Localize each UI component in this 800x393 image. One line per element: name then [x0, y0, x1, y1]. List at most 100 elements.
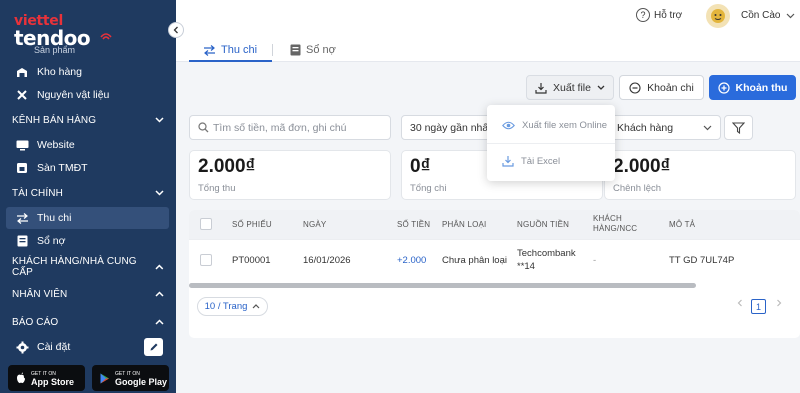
cell-source: Techcombank **14: [517, 248, 576, 272]
stat-amount: 2.000₫: [198, 156, 256, 177]
section-sales-channels[interactable]: KÊNH BÁN HÀNG: [0, 110, 176, 130]
store-name: Google Play: [115, 377, 168, 387]
stat-amount: 2.000₫: [613, 156, 671, 177]
cell-description: TT GD 7UL74P: [669, 255, 735, 266]
prev-page-button[interactable]: [737, 299, 743, 309]
book-icon: [290, 44, 301, 56]
row-checkbox[interactable]: [200, 254, 212, 266]
google-play-icon: [100, 373, 109, 383]
app-store-button[interactable]: GET IT ON App Store: [8, 365, 85, 391]
chevron-down-icon: [155, 117, 164, 123]
section-finance[interactable]: TÀI CHÍNH: [0, 183, 176, 203]
add-income-button[interactable]: Khoản thu: [709, 75, 796, 100]
next-page-button[interactable]: [776, 299, 782, 309]
warehouse-icon: [14, 67, 30, 78]
menu-divider: [487, 143, 615, 144]
row-divider: [189, 239, 800, 240]
help-link[interactable]: ? Hỗ trợ: [636, 8, 682, 22]
google-play-button[interactable]: GET IT ON Google Play: [92, 365, 169, 391]
section-staff[interactable]: NHÂN VIÊN: [0, 284, 176, 304]
column-header[interactable]: NGÀY: [303, 220, 326, 230]
tab-active-indicator: [189, 60, 272, 62]
sidebar-item-so-no[interactable]: Sổ nợ: [6, 230, 169, 252]
user-menu[interactable]: Cồn Cào: [741, 10, 795, 21]
cell-category: Chưa phân loại: [442, 255, 507, 266]
income-label: Khoản thu: [735, 81, 788, 94]
menu-item-export-online[interactable]: Xuất file xem Online: [487, 111, 615, 139]
search-icon: [198, 122, 209, 133]
column-header[interactable]: KHÁCH HÀNG/NCC: [593, 214, 643, 234]
add-expense-button[interactable]: Khoản chi: [619, 75, 704, 100]
export-button[interactable]: Xuất file: [526, 75, 614, 100]
chevron-down-icon: [155, 190, 164, 196]
avatar[interactable]: [706, 4, 730, 28]
user-name: Cồn Cào: [741, 10, 781, 21]
current-page[interactable]: 1: [751, 299, 766, 314]
menu-item-download-excel[interactable]: Tải Excel: [487, 147, 615, 175]
section-label: NHÂN VIÊN: [12, 288, 68, 300]
search-box: [189, 115, 391, 140]
column-header[interactable]: SỐ TIỀN: [397, 220, 430, 230]
filter-button[interactable]: [724, 115, 753, 140]
customer-select[interactable]: Khách hàng: [608, 115, 721, 140]
cell-code[interactable]: PT00001: [232, 254, 271, 267]
customer-value: Khách hàng: [617, 121, 674, 134]
stat-label: Chênh lệch: [613, 183, 662, 194]
sidebar: viettel tendoo Sản phẩm Kho hàng Nguyên …: [0, 0, 176, 393]
edit-menu-button[interactable]: [144, 338, 163, 356]
filter-icon: [732, 121, 745, 134]
column-header[interactable]: MÔ TẢ: [669, 220, 695, 230]
brand-logo[interactable]: viettel tendoo: [14, 14, 112, 49]
minus-circle-icon: [629, 81, 641, 94]
wifi-icon: [100, 33, 112, 40]
cell-partner: -: [593, 255, 597, 266]
sidebar-item-label: Sàn TMĐT: [37, 162, 88, 174]
sidebar-item-products[interactable]: Sản phẩm: [34, 45, 75, 55]
sidebar-item-marketplace[interactable]: Sàn TMĐT: [6, 157, 169, 179]
sidebar-item-label: Nguyên vật liệu: [37, 89, 110, 101]
book-icon: [14, 235, 30, 247]
help-icon: ?: [636, 8, 650, 22]
search-input[interactable]: [213, 121, 388, 134]
sidebar-item-website[interactable]: Website: [6, 134, 169, 156]
section-customers-suppliers[interactable]: KHÁCH HÀNG/NHÀ CUNG CẤP: [0, 256, 176, 278]
tab-divider: [272, 44, 273, 56]
section-label: KÊNH BÁN HÀNG: [12, 114, 97, 126]
section-reports[interactable]: BÁO CÁO: [0, 312, 176, 332]
expense-label: Khoản chi: [647, 81, 694, 94]
export-label: Xuất file: [553, 81, 591, 94]
exchange-icon: [14, 212, 30, 224]
select-all-checkbox[interactable]: [200, 218, 212, 230]
exchange-icon: [203, 44, 216, 56]
sidebar-item-settings[interactable]: Cài đặt: [6, 336, 136, 358]
date-range-select[interactable]: 30 ngày gần nhất: [401, 115, 491, 140]
section-label: TÀI CHÍNH: [12, 187, 63, 199]
sidebar-item-label: Website: [37, 139, 75, 151]
chevron-up-icon: [155, 291, 164, 297]
stat-label: Tổng chi: [410, 183, 447, 194]
column-header[interactable]: NGUỒN TIỀN: [517, 220, 569, 230]
tab-thu-chi[interactable]: Thu chi: [203, 40, 257, 60]
plus-circle-icon: [717, 81, 730, 94]
store-icon: [14, 162, 30, 174]
stat-label: Tổng thu: [198, 183, 236, 194]
tab-so-no[interactable]: Sổ nợ: [290, 40, 336, 60]
avatar-face-icon: [711, 9, 725, 23]
eye-icon: [502, 121, 515, 130]
chevron-left-icon: [173, 26, 178, 34]
column-header[interactable]: SỐ PHIẾU: [232, 220, 272, 230]
date-range-value: 30 ngày gần nhất: [410, 121, 491, 134]
apple-icon: [17, 372, 25, 384]
download-icon: [502, 155, 514, 167]
tab-label: Sổ nợ: [306, 44, 336, 56]
sidebar-item-materials[interactable]: Nguyên vật liệu: [6, 84, 169, 106]
chevron-up-icon: [155, 264, 164, 270]
monitor-icon: [14, 140, 30, 151]
pencil-icon: [150, 343, 157, 351]
sidebar-collapse-button[interactable]: [168, 22, 184, 38]
page-size-select[interactable]: 10 / Trang: [197, 297, 268, 316]
column-header[interactable]: PHÂN LOẠI: [442, 220, 486, 230]
horizontal-scrollbar[interactable]: [189, 283, 696, 288]
sidebar-item-warehouse[interactable]: Kho hàng: [6, 61, 169, 83]
sidebar-item-thu-chi[interactable]: Thu chi: [6, 207, 169, 229]
